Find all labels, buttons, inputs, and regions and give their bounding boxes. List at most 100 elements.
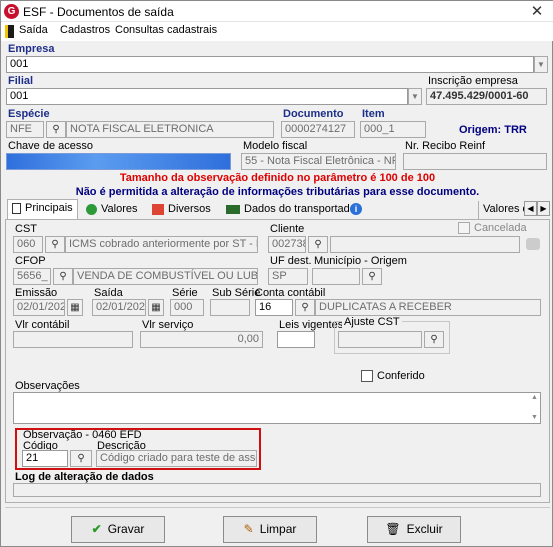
tab-info[interactable]: i xyxy=(346,201,366,219)
cliente-code-field: 002738 xyxy=(268,236,306,253)
tab-diversos[interactable]: Diversos xyxy=(148,201,215,219)
descricao-field: Código criado para teste de associação xyxy=(96,450,257,467)
calendar-icon xyxy=(152,203,164,215)
binoculars-icon[interactable]: ⚲ xyxy=(362,268,382,285)
inscricao-field: 47.495.429/0001-60 xyxy=(426,88,547,105)
modelo-field: 55 - Nota Fiscal Eletrônica - NF-e xyxy=(241,153,396,170)
menu-bar: Saída Cadastros Consultas cadastrais xyxy=(1,22,553,41)
empresa-field[interactable]: 001 xyxy=(6,56,534,73)
inscricao-label: Inscrição empresa xyxy=(428,75,518,87)
conta-contabil-field[interactable]: 16 xyxy=(255,299,293,316)
scrollbar[interactable]: ▲ ▼ xyxy=(529,393,540,423)
tab-scroll-right-icon[interactable]: ▶ xyxy=(537,201,550,216)
excluir-button[interactable]: 🗑 Excluir xyxy=(367,516,461,543)
conta-desc-field: DUPLICATAS A RECEBER xyxy=(315,299,541,316)
subserie-label: Sub Série xyxy=(212,287,261,299)
binoculars-icon[interactable]: ⚲ xyxy=(295,299,315,316)
truck-icon xyxy=(226,204,240,214)
window-title: ESF - Documentos de saída xyxy=(23,5,174,19)
gravar-button[interactable]: ✔ Gravar xyxy=(71,516,165,543)
chave-label: Chave de acesso xyxy=(8,140,93,152)
info-icon: i xyxy=(350,203,362,215)
ajuste-cst-field xyxy=(338,331,422,348)
recibo-label: Nr. Recibo Reinf xyxy=(405,140,486,152)
binoculars-icon[interactable]: ⚲ xyxy=(53,268,73,285)
menu-cadastros[interactable]: Cadastros xyxy=(60,24,110,36)
limpar-button[interactable]: ✎ Limpar xyxy=(223,516,317,543)
warning-text-2: Não é permitida a alteração de informaçõ… xyxy=(75,186,480,198)
exit-icon xyxy=(5,25,14,38)
tab-valores[interactable]: Valores xyxy=(82,201,141,219)
emissao-field: 02/01/2020 xyxy=(13,299,65,316)
divider xyxy=(5,507,550,508)
check-icon: ✔ xyxy=(91,522,102,536)
cfop-code-field: 5656_ xyxy=(13,268,51,285)
binoculars-icon[interactable]: ⚲ xyxy=(308,236,328,253)
saida-field: 02/01/2020 xyxy=(92,299,146,316)
cst-code-field: 060 xyxy=(13,236,43,253)
money-icon xyxy=(86,203,97,215)
binoculars-icon[interactable]: ⚲ xyxy=(45,236,65,253)
calendar-icon[interactable]: ▦ xyxy=(148,299,164,316)
calendar-icon[interactable]: ▦ xyxy=(67,299,83,316)
cfop-label: CFOP xyxy=(15,255,46,267)
observacoes-textarea[interactable] xyxy=(13,392,541,424)
filial-field[interactable]: 001 xyxy=(6,88,408,105)
conferido-label: Conferido xyxy=(377,370,425,382)
recibo-field xyxy=(403,153,547,170)
observacoes-label: Observações xyxy=(15,380,80,392)
vlr-servico-label: Vlr serviço xyxy=(142,319,194,331)
app-logo-icon: G xyxy=(4,4,19,19)
broom-icon: ✎ xyxy=(243,522,254,536)
tab-scroll-left-icon[interactable]: ◀ xyxy=(524,201,537,216)
tab-dados-transportador[interactable]: Dados do transportador xyxy=(222,201,364,219)
serie-field: 000 xyxy=(170,299,204,316)
modelo-label: Modelo fiscal xyxy=(243,140,308,152)
cancelada-checkbox[interactable] xyxy=(458,222,470,234)
item-field: 000_1 xyxy=(360,121,426,138)
cancelada-label: Cancelada xyxy=(474,222,527,234)
saida-label: Saída xyxy=(94,287,123,299)
origem-label: Origem: TRR xyxy=(459,124,527,136)
documento-label: Documento xyxy=(283,108,344,120)
document-icon xyxy=(12,202,21,214)
trash-icon: 🗑 xyxy=(385,522,401,536)
menu-consultas-cadastrais[interactable]: Consultas cadastrais xyxy=(115,24,217,36)
log-label: Log de alteração de dados xyxy=(15,471,154,483)
vlr-contabil-field xyxy=(13,331,133,348)
chevron-down-icon[interactable]: ▼ xyxy=(534,56,548,73)
filial-label: Filial xyxy=(8,75,34,87)
especie-label: Espécie xyxy=(8,108,50,120)
especie-code-field: NFE xyxy=(6,121,44,138)
codigo-field[interactable]: 21 xyxy=(22,450,68,467)
chevron-down-icon[interactable]: ▼ xyxy=(408,88,422,105)
uf-dest-field: SP xyxy=(268,268,308,285)
title-bar: G ESF - Documentos de saída ✕ xyxy=(1,1,553,22)
empresa-label: Empresa xyxy=(8,43,55,55)
vlr-contabil-label: Vlr contábil xyxy=(15,319,70,331)
vlr-servico-field: 0,00 xyxy=(140,331,263,348)
binoculars-icon[interactable]: ⚲ xyxy=(424,331,444,348)
cliente-name-field xyxy=(330,236,520,253)
window: G ESF - Documentos de saída ✕ Saída Cada… xyxy=(0,0,553,547)
serie-label: Série xyxy=(172,287,198,299)
cloud-icon xyxy=(526,238,540,250)
especie-desc-field: NOTA FISCAL ELETRONICA xyxy=(66,121,274,138)
municipio-field xyxy=(312,268,360,285)
leis-vigentes-field[interactable] xyxy=(277,331,315,348)
uf-dest-label: UF dest. xyxy=(270,255,312,267)
ajuste-cst-label: Ajuste CST xyxy=(342,316,402,328)
log-field xyxy=(13,483,541,497)
cst-desc-field: ICMS cobrado anteriormente por ST - Naci… xyxy=(65,236,258,253)
emissao-label: Emissão xyxy=(15,287,58,299)
cfop-desc-field: VENDA DE COMBUSTÍVEL OU LUBRIFICAN xyxy=(73,268,258,285)
subserie-field xyxy=(210,299,250,316)
conferido-checkbox[interactable] xyxy=(361,370,373,382)
close-icon[interactable]: ✕ xyxy=(521,2,553,21)
chave-acesso-field xyxy=(6,153,231,170)
binoculars-icon[interactable]: ⚲ xyxy=(70,450,92,467)
tab-principais[interactable]: Principais xyxy=(7,199,78,220)
municipio-label: Município - Origem xyxy=(314,255,407,267)
binoculars-icon[interactable]: ⚲ xyxy=(46,121,66,138)
menu-saida[interactable]: Saída xyxy=(19,24,48,36)
